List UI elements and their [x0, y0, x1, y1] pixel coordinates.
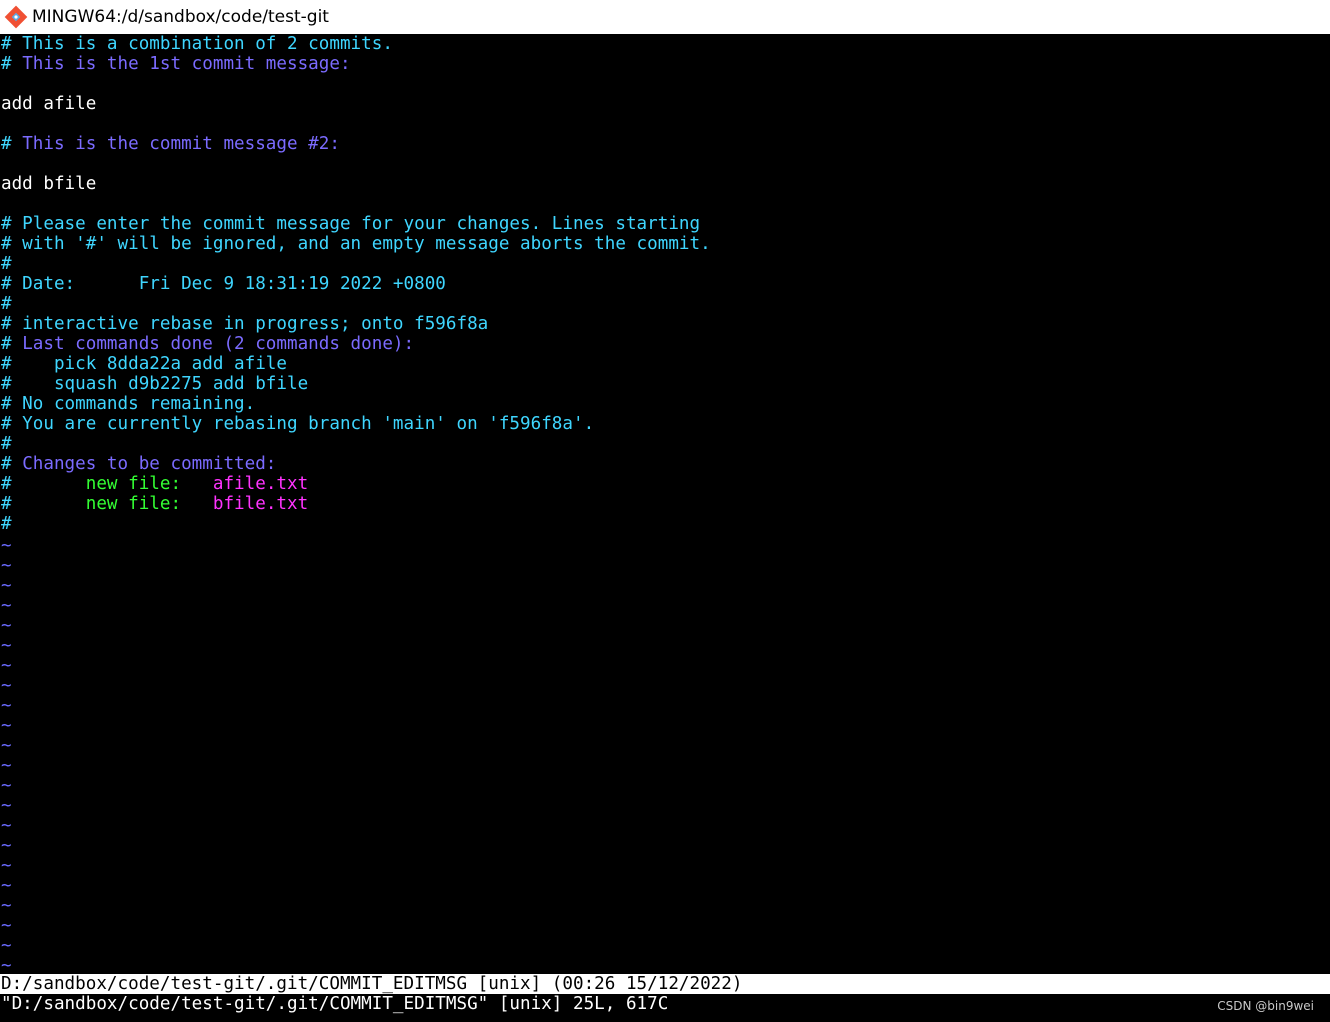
window-title: MINGW64:/d/sandbox/code/test-git	[32, 7, 329, 27]
watermark: CSDN @bin9wei	[1217, 999, 1314, 1013]
editor-line: # interactive rebase in progress; onto f…	[1, 314, 488, 334]
editor-text: #	[1, 494, 86, 514]
editor-text: #	[1, 294, 12, 314]
editor-text: #	[1, 54, 23, 74]
empty-line-tilde: ~	[1, 776, 12, 796]
vim-editor-buffer[interactable]: # This is a combination of 2 commits. # T…	[0, 34, 1330, 974]
editor-text: # with '#' will be ignored, and an empty…	[1, 234, 711, 254]
empty-line-tilde: ~	[1, 836, 12, 856]
editor-text: # interactive rebase in progress; onto f…	[1, 314, 489, 334]
editor-line: # This is a combination of 2 commits.	[1, 34, 393, 54]
editor-line: # You are currently rebasing branch 'mai…	[1, 414, 594, 434]
editor-text	[181, 494, 213, 514]
editor-text: bfile.txt	[212, 494, 309, 514]
editor-line: # pick 8dda22a add afile	[1, 354, 287, 374]
empty-line-tilde: ~	[1, 536, 12, 556]
empty-line-tilde: ~	[1, 696, 12, 716]
empty-line-tilde: ~	[1, 936, 12, 956]
editor-line: #	[1, 514, 12, 534]
editor-line: # Please enter the commit message for yo…	[1, 214, 700, 234]
editor-text: # This is a combination of 2 commits.	[1, 34, 393, 54]
empty-line-tilde: ~	[1, 636, 12, 656]
editor-text: #	[1, 474, 86, 494]
empty-line-tilde: ~	[1, 716, 12, 736]
empty-line-tilde: ~	[1, 676, 12, 696]
editor-text	[181, 474, 213, 494]
editor-text: # Please enter the commit message for yo…	[1, 214, 701, 234]
editor-text: Last commands done (2 commands done):	[22, 334, 415, 354]
editor-text: afile.txt	[212, 474, 309, 494]
empty-line-tilde: ~	[1, 816, 12, 836]
git-bash-icon	[4, 5, 28, 29]
editor-text: add afile	[1, 94, 97, 114]
empty-line-tilde: ~	[1, 896, 12, 916]
editor-text: # pick 8dda22a add afile	[1, 354, 287, 374]
empty-line-tilde: ~	[1, 856, 12, 876]
editor-text: new file:	[85, 494, 182, 514]
editor-text: #	[1, 434, 12, 454]
editor-line: # new file: afile.txt	[1, 474, 308, 494]
window-title-bar[interactable]: MINGW64:/d/sandbox/code/test-git	[0, 0, 1330, 34]
vim-status-line: D:/sandbox/code/test-git/.git/COMMIT_EDI…	[0, 974, 1330, 994]
editor-text: This is the commit message #2:	[22, 134, 340, 154]
empty-line-tilde: ~	[1, 576, 12, 596]
editor-text: # You are currently rebasing branch 'mai…	[1, 414, 595, 434]
editor-line: # squash d9b2275 add bfile	[1, 374, 308, 394]
editor-text: #	[1, 454, 23, 474]
empty-line-tilde: ~	[1, 596, 12, 616]
editor-line: add afile	[1, 94, 96, 114]
editor-text: Changes to be committed:	[22, 454, 277, 474]
editor-line: # Changes to be committed:	[1, 454, 276, 474]
empty-line-tilde: ~	[1, 876, 12, 896]
editor-text: #	[1, 514, 12, 534]
editor-text: This is the 1st commit message:	[22, 54, 351, 74]
editor-line: add bfile	[1, 174, 96, 194]
editor-text: # squash d9b2275 add bfile	[1, 374, 309, 394]
empty-line-tilde: ~	[1, 656, 12, 676]
empty-line-tilde: ~	[1, 616, 12, 636]
editor-line: # new file: bfile.txt	[1, 494, 308, 514]
vim-command-line[interactable]: "D:/sandbox/code/test-git/.git/COMMIT_ED…	[0, 994, 1330, 1022]
editor-text: #	[1, 134, 23, 154]
empty-line-tilde: ~	[1, 916, 12, 936]
editor-line: # This is the commit message #2:	[1, 134, 340, 154]
empty-line-tilde: ~	[1, 556, 12, 576]
editor-text: # No commands remaining.	[1, 394, 256, 414]
editor-line: # Date: Fri Dec 9 18:31:19 2022 +0800	[1, 274, 446, 294]
empty-line-tilde: ~	[1, 796, 12, 816]
editor-text: # Date: Fri Dec 9 18:31:19 2022 +0800	[1, 274, 446, 294]
editor-line: # No commands remaining.	[1, 394, 255, 414]
empty-line-tilde: ~	[1, 736, 12, 756]
editor-line: #	[1, 434, 12, 454]
empty-line-tilde: ~	[1, 956, 12, 974]
editor-line: # This is the 1st commit message:	[1, 54, 351, 74]
editor-line: #	[1, 254, 12, 274]
editor-text: #	[1, 254, 12, 274]
editor-line: #	[1, 294, 12, 314]
editor-line: # Last commands done (2 commands done):	[1, 334, 414, 354]
editor-text: add bfile	[1, 174, 97, 194]
editor-text: #	[1, 334, 23, 354]
empty-line-tilde: ~	[1, 756, 12, 776]
editor-line: # with '#' will be ignored, and an empty…	[1, 234, 711, 254]
editor-text: new file:	[85, 474, 182, 494]
